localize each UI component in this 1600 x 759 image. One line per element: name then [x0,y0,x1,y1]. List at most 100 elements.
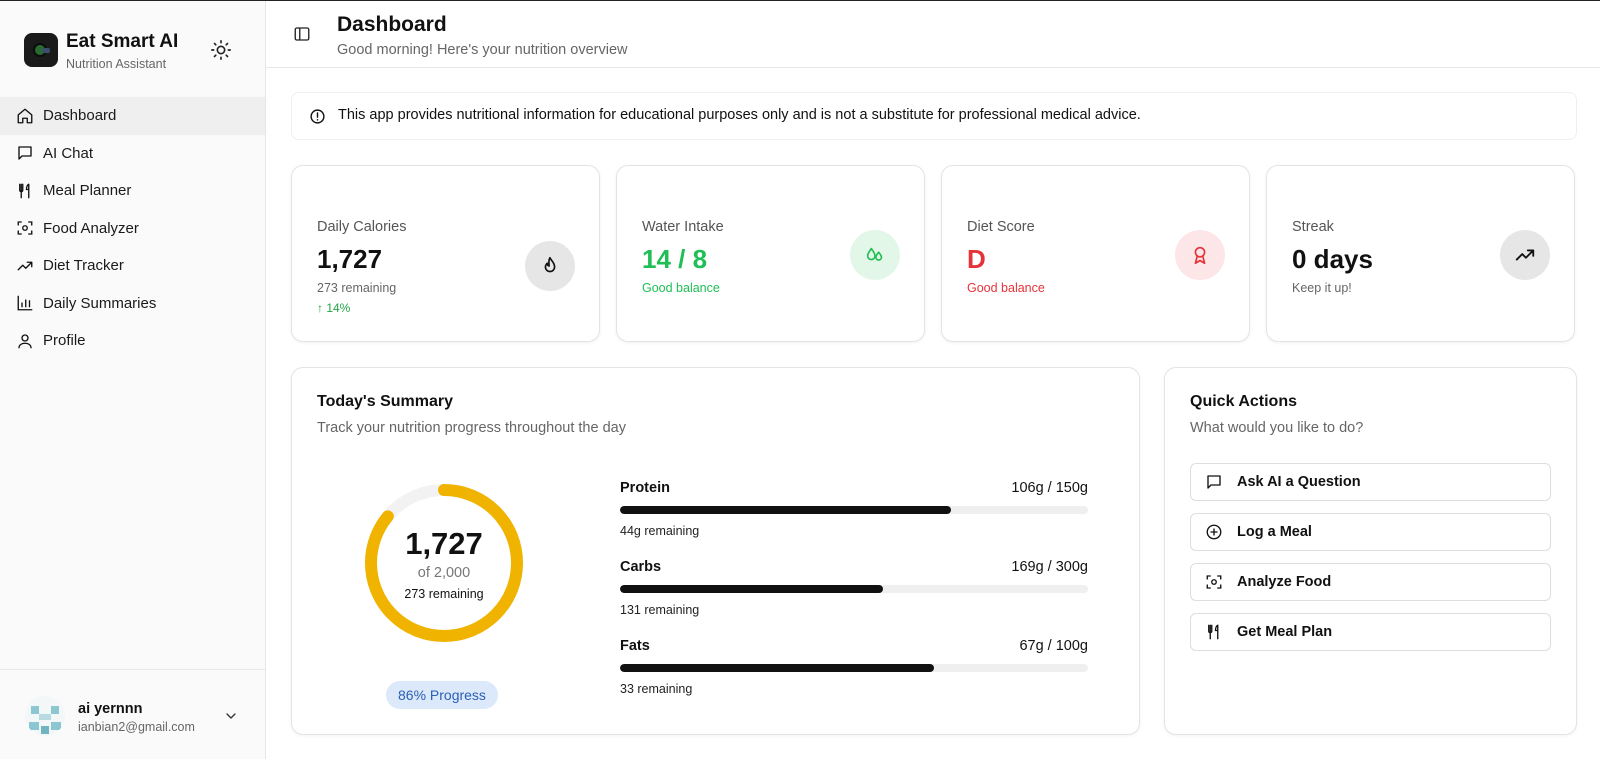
quick-actions-card: Quick Actions What would you like to do?… [1164,367,1577,735]
app-logo [24,33,58,67]
utensils-icon [1205,623,1223,641]
disclaimer-text: This app provides nutritional informatio… [338,107,1141,123]
stat-subtext: 273 remaining [317,281,397,295]
macro-progress-track [620,664,1088,672]
sidebar-item-label: Dashboard [43,107,117,125]
user-icon [16,332,34,350]
sidebar-item-label: Meal Planner [43,182,132,200]
calorie-ring: 1,727 of 2,000 273 remaining [364,483,524,643]
quick-actions-description: What would you like to do? [1190,420,1364,436]
sidebar-item-label: Profile [43,332,86,350]
button-label: Log a Meal [1237,524,1312,540]
stat-label: Daily Calories [317,219,407,235]
trend-icon [16,257,34,275]
button-label: Get Meal Plan [1237,624,1333,640]
analyze-food-button[interactable]: Analyze Food [1190,563,1551,601]
macro-progress-track [620,506,1088,514]
sidebar-nav: Dashboard AI Chat Meal Planner Food Anal… [0,97,265,360]
calorie-ring-goal: of 2,000 [417,565,471,581]
calorie-ring-value: 1,727 [405,526,483,561]
page-title: Dashboard [337,13,447,36]
bar-chart-icon [16,294,34,312]
app-subtitle: Nutrition Assistant [66,57,167,71]
get-meal-plan-button[interactable]: Get Meal Plan [1190,613,1551,651]
trending-up-icon [1500,230,1550,280]
stat-card-diet-score: Diet Score D Good balance [941,165,1250,342]
home-icon [16,107,34,125]
macro-progress-fill [620,664,934,672]
sidebar-item-ai-chat[interactable]: AI Chat [0,135,265,173]
flame-icon [525,241,575,291]
todays-summary-card: Today's Summary Track your nutrition pro… [291,367,1140,735]
stat-value: 0 days [1292,244,1373,274]
macro-amount: 106g / 150g [1011,480,1088,496]
stat-trend: ↑ 14% [317,301,351,315]
summary-description: Track your nutrition progress throughout… [317,420,626,436]
stat-value: 1,727 [317,244,383,274]
stat-label: Water Intake [642,219,724,235]
sidebar-item-label: Diet Tracker [43,257,124,275]
macro-progress-fill [620,585,884,593]
macro-amount: 67g / 100g [1019,638,1088,654]
page-header: Dashboard Good morning! Here's your nutr… [266,1,1600,68]
macro-progress-track [620,585,1088,593]
chat-icon [16,144,34,162]
app-name: Eat Smart AI [66,31,179,52]
calorie-ring-remaining: 273 remaining [404,587,484,601]
alert-circle-icon [309,108,326,125]
user-menu[interactable]: ai yernnn ianbian2@gmail.com [0,669,265,759]
macro-amount: 169g / 300g [1011,559,1088,575]
chevron-down-icon[interactable] [223,708,239,724]
macro-name: Protein [620,480,670,496]
plus-circle-icon [1205,523,1223,541]
award-icon [1175,230,1225,280]
utensils-icon [16,182,34,200]
stat-card-streak: Streak 0 days Keep it up! [1266,165,1575,342]
chat-icon [1205,473,1223,491]
log-meal-button[interactable]: Log a Meal [1190,513,1551,551]
user-name: ai yernnn [78,701,143,717]
sidebar-item-label: Daily Summaries [43,294,157,312]
macro-fats: Fats 67g / 100g 33 remaining [620,638,1088,698]
sidebar-item-diet-tracker[interactable]: Diet Tracker [0,247,265,285]
sidebar-item-meal-planner[interactable]: Meal Planner [0,172,265,210]
stat-value: D [967,244,986,274]
macro-name: Carbs [620,559,662,575]
button-label: Ask AI a Question [1237,474,1361,490]
macro-remaining: 131 remaining [620,603,700,617]
macro-progress-fill [620,506,951,514]
disclaimer-banner: This app provides nutritional informatio… [291,92,1577,140]
button-label: Analyze Food [1237,574,1332,590]
calorie-ring-graphic [365,484,523,642]
progress-badge: 86% Progress [386,681,498,709]
droplets-icon [850,230,900,280]
sun-icon[interactable] [210,39,232,61]
sidebar-item-label: AI Chat [43,144,94,162]
stat-subtext: Keep it up! [1292,281,1352,295]
user-email: ianbian2@gmail.com [78,720,195,734]
quick-actions-title: Quick Actions [1190,393,1297,410]
stat-card-calories: Daily Calories 1,727 273 remaining ↑ 14% [291,165,600,342]
sidebar-item-profile[interactable]: Profile [0,322,265,360]
sidebar-item-dashboard[interactable]: Dashboard [0,97,265,135]
macro-remaining: 44g remaining [620,524,700,538]
sidebar-item-daily-summaries[interactable]: Daily Summaries [0,285,265,323]
sidebar-item-food-analyzer[interactable]: Food Analyzer [0,210,265,248]
stat-label: Streak [1292,219,1334,235]
scan-icon [16,219,34,237]
stat-label: Diet Score [967,219,1035,235]
sidebar-item-label: Food Analyzer [43,219,139,237]
macro-protein: Protein 106g / 150g 44g remaining [620,480,1088,540]
sidebar-toggle-icon[interactable] [293,25,311,43]
scan-icon [1205,573,1223,591]
macro-name: Fats [620,638,650,654]
stat-subtext: Good balance [967,281,1045,295]
avatar [25,696,65,736]
macro-remaining: 33 remaining [620,682,693,696]
page-subtitle: Good morning! Here's your nutrition over… [337,42,628,58]
summary-title: Today's Summary [317,393,453,410]
ask-ai-button[interactable]: Ask AI a Question [1190,463,1551,501]
stat-value: 14 / 8 [642,244,708,274]
sidebar: Eat Smart AI Nutrition Assistant Dashboa… [0,1,266,759]
macro-carbs: Carbs 169g / 300g 131 remaining [620,559,1088,619]
